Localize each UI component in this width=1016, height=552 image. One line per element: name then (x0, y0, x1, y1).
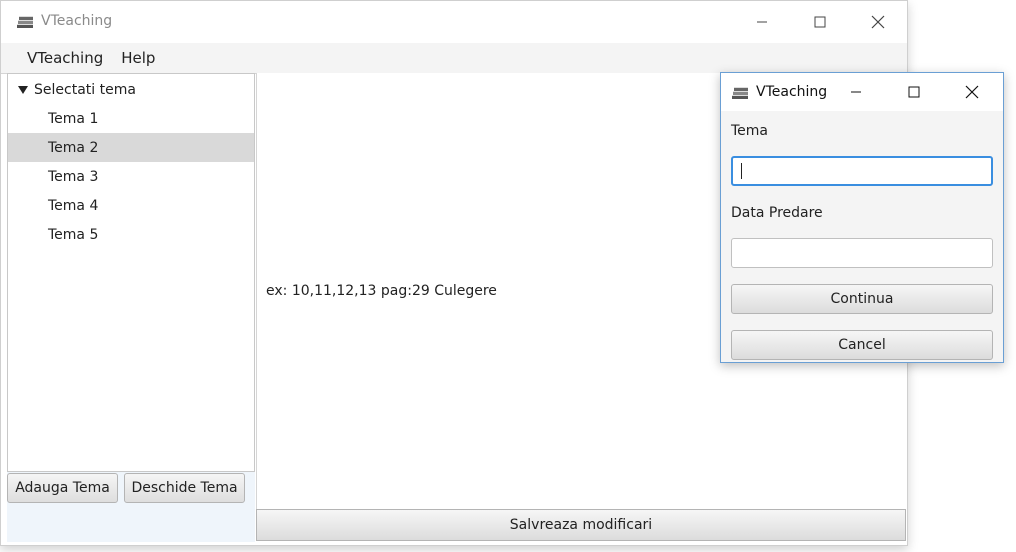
tree-item-tema-4[interactable]: Tema 4 (8, 191, 254, 220)
tema-input[interactable] (731, 156, 993, 186)
close-icon (965, 85, 979, 99)
screen: VTeaching VTeaching Help Selectati tema … (0, 0, 1016, 552)
open-topic-button[interactable]: Deschide Tema (124, 473, 245, 503)
minimize-icon (851, 91, 861, 93)
dialog-titlebar[interactable]: VTeaching (721, 73, 1003, 111)
maximize-icon (814, 16, 826, 28)
tree-root[interactable]: Selectati tema (18, 80, 136, 100)
tree-item-label: Tema 2 (48, 139, 99, 156)
expand-triangle-icon[interactable] (18, 86, 28, 94)
tree-item-label: Tema 5 (48, 226, 99, 243)
new-topic-dialog: VTeaching Tema Data Predare Continua Can… (720, 72, 1004, 363)
tree-item-label: Tema 4 (48, 197, 99, 214)
menubar: VTeaching Help (1, 43, 907, 74)
minimize-button[interactable] (733, 1, 791, 43)
text-caret (741, 163, 742, 179)
dialog-close-button[interactable] (943, 73, 1001, 111)
menu-vteaching[interactable]: VTeaching (19, 45, 111, 71)
dialog-title: VTeaching (756, 84, 828, 100)
tree-item-tema-5[interactable]: Tema 5 (8, 220, 254, 249)
tree-item-label: Tema 3 (48, 168, 99, 185)
topic-tree[interactable]: Selectati tema Tema 1 Tema 2 Tema 3 Tema… (7, 73, 255, 472)
data-predare-label: Data Predare (731, 205, 823, 221)
tree-item-tema-1[interactable]: Tema 1 (8, 104, 254, 133)
close-icon (871, 15, 885, 29)
main-titlebar[interactable]: VTeaching (1, 1, 907, 43)
tree-root-label: Selectati tema (34, 82, 136, 98)
save-changes-button[interactable]: Salvreaza modificari (256, 509, 906, 541)
window-title: VTeaching (41, 13, 113, 29)
books-icon (17, 16, 33, 28)
menu-help[interactable]: Help (113, 45, 163, 71)
left-pane: Selectati tema Tema 1 Tema 2 Tema 3 Tema… (7, 73, 255, 542)
topic-content-text: ex: 10,11,12,13 pag:29 Culegere (266, 283, 497, 299)
maximize-button[interactable] (791, 1, 849, 43)
data-predare-input[interactable] (731, 238, 993, 268)
maximize-icon (908, 86, 920, 98)
minimize-icon (757, 21, 767, 23)
close-button[interactable] (849, 1, 907, 43)
dialog-maximize-button[interactable] (885, 73, 943, 111)
tree-item-label: Tema 1 (48, 110, 99, 127)
tree-item-tema-3[interactable]: Tema 3 (8, 162, 254, 191)
add-topic-button[interactable]: Adauga Tema (7, 473, 118, 503)
continue-button[interactable]: Continua (731, 284, 993, 314)
books-icon (732, 87, 748, 99)
cancel-button[interactable]: Cancel (731, 330, 993, 360)
dialog-minimize-button[interactable] (827, 73, 885, 111)
tema-label: Tema (731, 123, 769, 139)
tree-item-tema-2[interactable]: Tema 2 (8, 133, 254, 162)
